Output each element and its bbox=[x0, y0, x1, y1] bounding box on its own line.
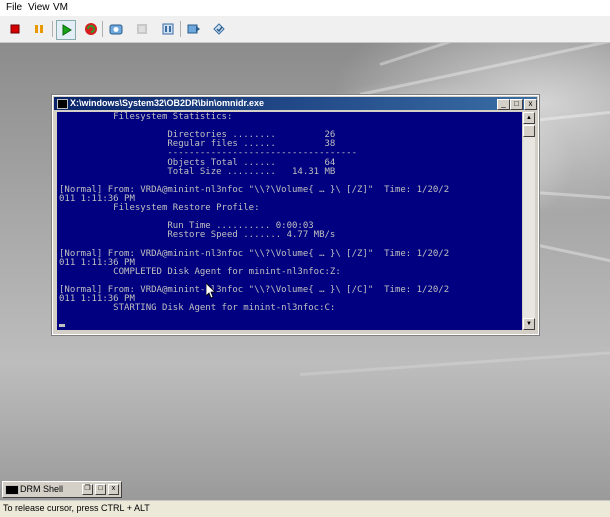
menu-bar: File View VM bbox=[0, 0, 610, 16]
console-icon bbox=[5, 485, 19, 495]
console-line: Restore Speed ....... 4.77 MB/s bbox=[59, 230, 336, 241]
text-cursor bbox=[59, 324, 65, 327]
ctrl-alt-del-button[interactable] bbox=[210, 20, 228, 38]
snapshot-icon bbox=[109, 24, 123, 35]
console-line: Filesystem Statistics: bbox=[59, 112, 233, 122]
taskbar-label: DRM Shell bbox=[20, 484, 64, 494]
pause-button[interactable] bbox=[30, 20, 48, 38]
toolbar bbox=[0, 16, 610, 43]
menu-vm[interactable]: VM bbox=[53, 2, 68, 13]
console-title: X:\windows\System32\OB2DR\bin\omnidr.exe bbox=[70, 98, 265, 108]
console-line: Total Size ......... 14.31 MB bbox=[59, 166, 336, 177]
scroll-down-button[interactable]: ▼ bbox=[523, 318, 535, 330]
console-icon bbox=[57, 99, 68, 109]
scroll-thumb[interactable] bbox=[523, 125, 535, 137]
console-line: STARTING Disk Agent for minint-nl3nfoc:C… bbox=[59, 303, 336, 314]
toolbar-separator bbox=[52, 21, 53, 37]
maximize-button[interactable]: □ bbox=[510, 99, 523, 110]
mouse-pointer-icon bbox=[206, 283, 216, 299]
menu-file[interactable]: File bbox=[6, 2, 22, 13]
stop-button[interactable] bbox=[6, 20, 24, 38]
console-output[interactable]: Filesystem Statistics: Directories .....… bbox=[57, 112, 522, 330]
maximize-button[interactable]: □ bbox=[95, 484, 106, 495]
status-bar: To release cursor, press CTRL + ALT bbox=[0, 500, 610, 517]
console-window[interactable]: X:\windows\System32\OB2DR\bin\omnidr.exe… bbox=[52, 95, 539, 335]
stop-icon bbox=[10, 24, 20, 34]
toolbar-separator bbox=[180, 21, 181, 37]
revert-button[interactable] bbox=[133, 20, 151, 38]
send-keys-icon bbox=[187, 24, 200, 34]
console-title-bar[interactable]: X:\windows\System32\OB2DR\bin\omnidr.exe… bbox=[54, 97, 537, 110]
console-line: Filesystem Restore Profile: bbox=[59, 203, 260, 213]
vertical-scrollbar[interactable]: ▲ ▼ bbox=[523, 112, 535, 330]
send-keys-button[interactable] bbox=[185, 20, 203, 38]
restore-button[interactable]: ❐ bbox=[82, 484, 93, 495]
status-text: To release cursor, press CTRL + ALT bbox=[3, 503, 150, 513]
start-button[interactable] bbox=[56, 20, 76, 40]
settings-icon bbox=[162, 23, 174, 35]
reset-button[interactable] bbox=[82, 20, 100, 38]
pause-icon bbox=[35, 25, 43, 33]
close-button[interactable]: x bbox=[108, 484, 119, 495]
minimize-button[interactable]: _ bbox=[497, 99, 510, 110]
drm-shell-taskbar-item[interactable]: DRM Shell ❐ □ x bbox=[2, 481, 122, 498]
snapshot-button[interactable] bbox=[107, 20, 125, 38]
scroll-up-button[interactable]: ▲ bbox=[523, 112, 535, 124]
reset-icon bbox=[85, 23, 97, 35]
revert-icon bbox=[137, 24, 147, 34]
close-button[interactable]: x bbox=[524, 99, 537, 110]
ctrl-alt-del-icon bbox=[213, 23, 225, 35]
toolbar-separator bbox=[102, 21, 103, 37]
menu-view[interactable]: View bbox=[28, 2, 50, 13]
settings-button[interactable] bbox=[159, 20, 177, 38]
play-icon bbox=[62, 24, 72, 36]
console-line: COMPLETED Disk Agent for minint-nl3nfoc:… bbox=[59, 266, 341, 277]
